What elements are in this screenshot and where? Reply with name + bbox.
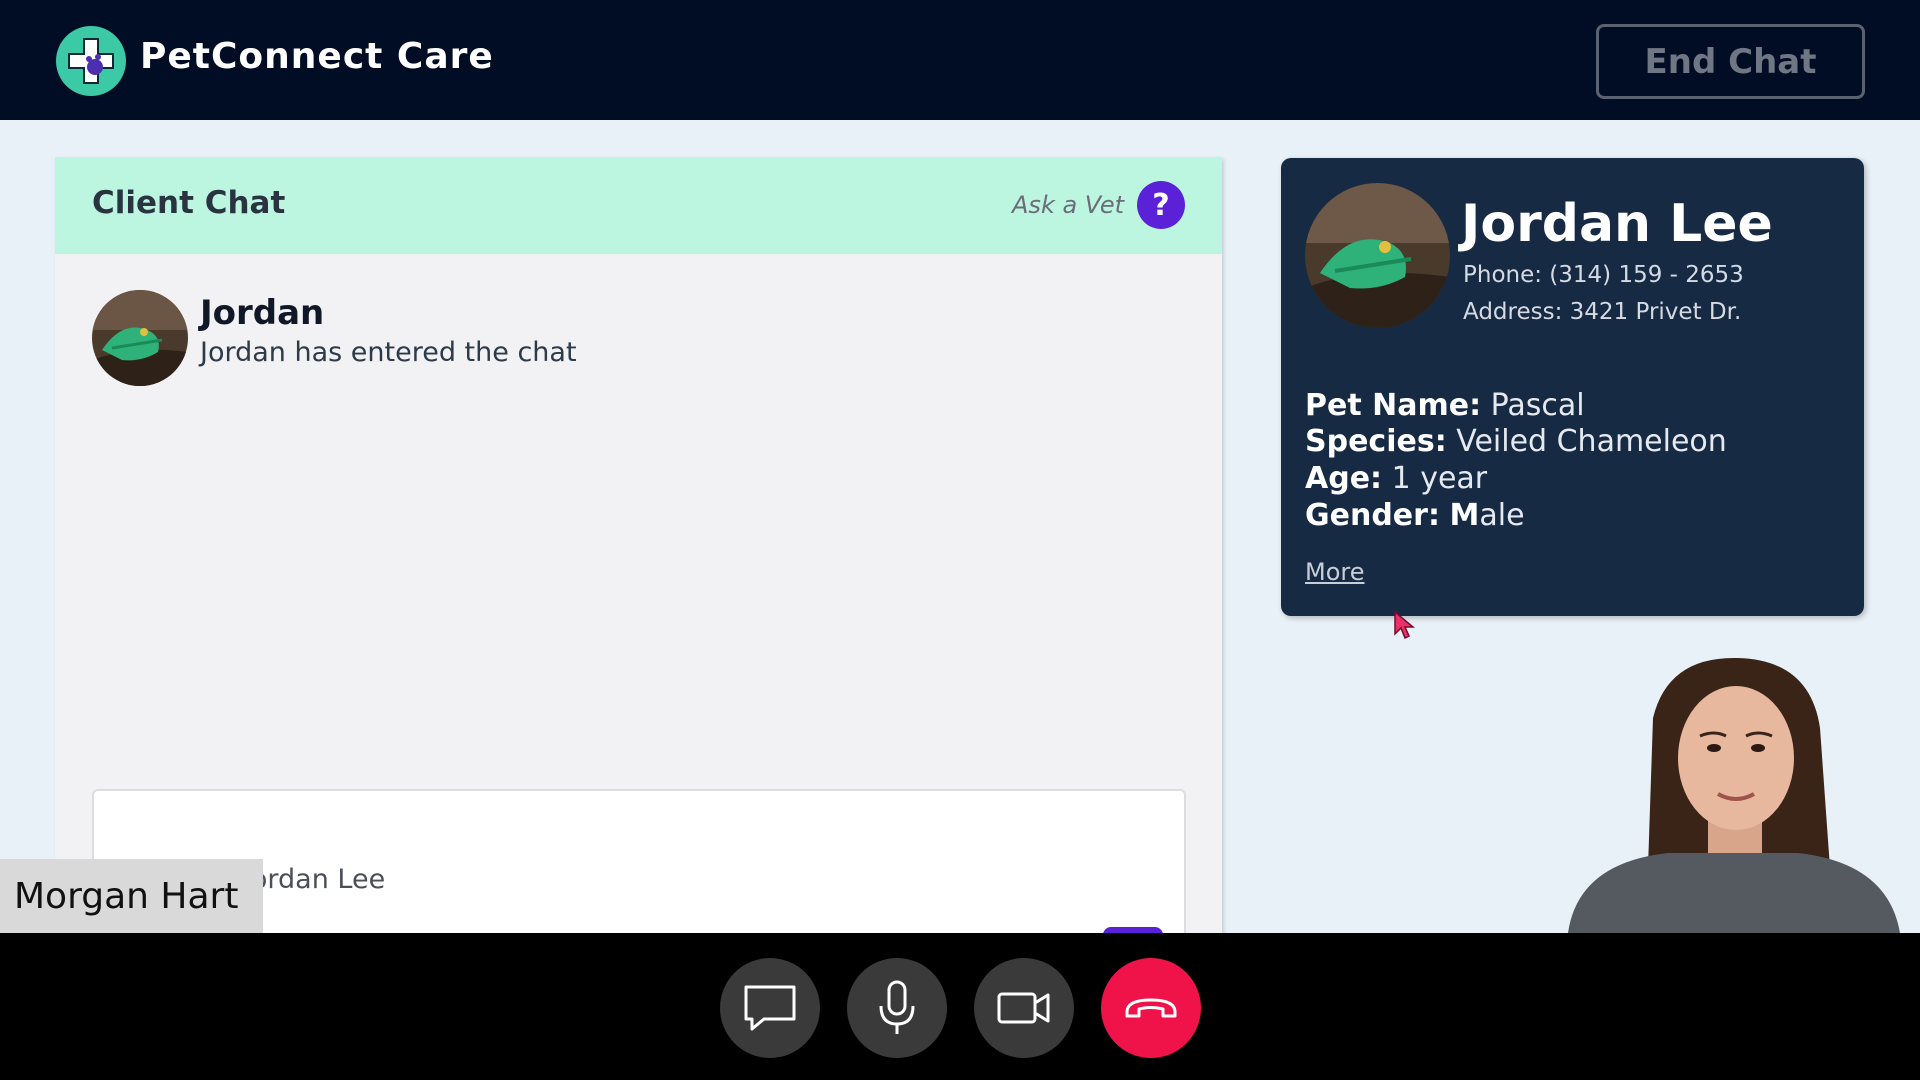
help-icon[interactable]: ? [1137,181,1185,229]
chat-toggle-button[interactable] [720,958,820,1058]
cursor-icon [1394,610,1416,640]
message-sender: Jordan [200,293,325,333]
profile-avatar [1305,183,1450,328]
gender-value-initial: M [1449,498,1480,533]
participant-name-tag: Morgan Hart [0,859,263,934]
more-link[interactable]: More [1305,558,1365,586]
age-label: Age: [1305,461,1383,496]
species-row: Species: Veiled Chameleon [1305,424,1727,459]
microphone-button[interactable] [847,958,947,1058]
microphone-icon [879,980,915,1034]
presenter-video [1548,648,1920,933]
client-profile-card: Jordan Lee Phone: (314) 159 - 2653 Addre… [1281,158,1864,616]
age-row: Age: 1 year [1305,461,1487,496]
brand-name: PetConnect Care [140,36,494,77]
client-name: Jordan Lee [1461,194,1773,254]
client-phone: Phone: (314) 159 - 2653 [1463,262,1744,288]
call-controls-bar [0,933,1920,1080]
species-label: Species: [1305,424,1447,459]
chat-title: Client Chat [92,185,286,221]
ask-vet-link[interactable]: Ask a Vet [1012,191,1124,219]
brand-logo-icon [56,26,126,96]
gender-value-rest: ale [1479,498,1525,533]
chat-header: Client Chat Ask a Vet ? [55,157,1222,254]
client-address: Address: 3421 Privet Dr. [1463,299,1742,325]
gender-value: Male [1450,498,1525,533]
gender-label: Gender: [1305,498,1440,533]
avatar [92,290,188,386]
pet-name-label: Pet Name: [1305,388,1482,423]
chat-panel: Client Chat Ask a Vet ? Jordan Jordan ha… [55,157,1222,937]
hang-up-icon [1125,998,1177,1018]
camera-icon [997,992,1050,1024]
end-chat-button[interactable]: End Chat [1596,24,1865,99]
pet-name-value: Pascal [1490,388,1585,423]
age-value: 1 year [1391,461,1488,496]
end-call-button[interactable] [1101,958,1201,1058]
pet-name-row: Pet Name: Pascal [1305,388,1585,423]
top-bar: PetConnect Care End Chat [0,0,1920,120]
camera-button[interactable] [974,958,1074,1058]
message-text: Jordan has entered the chat [200,337,577,368]
chat-icon [744,985,796,1031]
species-value: Veiled Chameleon [1456,424,1727,459]
gender-row: Gender: Male [1305,498,1525,533]
